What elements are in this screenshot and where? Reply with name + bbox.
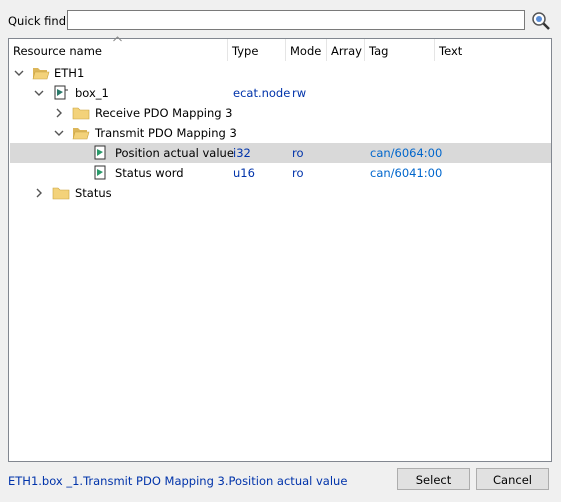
folder-open-icon <box>32 68 50 80</box>
tree-row-eth1[interactable]: ETH1 <box>10 63 551 83</box>
chevron-down-icon[interactable] <box>13 67 25 79</box>
column-label: Array <box>331 44 362 58</box>
tree-row-status-word[interactable]: Status word u16 ro can/6041:00 <box>10 163 551 183</box>
quick-find-input[interactable] <box>67 10 525 30</box>
column-header-resource-name[interactable]: Resource name <box>9 36 228 61</box>
type-cell: u16 <box>233 166 255 180</box>
folder-icon <box>52 187 70 200</box>
column-header-text[interactable]: Text <box>435 39 551 61</box>
device-node-icon <box>54 85 68 100</box>
type-cell: i32 <box>233 146 251 160</box>
type-cell: ecat.node <box>233 86 291 100</box>
tree-row-transmit-pdo-mapping-3[interactable]: Transmit PDO Mapping 3 <box>10 123 551 143</box>
resource-tree[interactable]: Resource name Type Mode Array Tag Text E… <box>8 36 552 462</box>
chevron-down-icon[interactable] <box>33 87 45 99</box>
selected-path: ETH1.box _1.Transmit PDO Mapping 3.Posit… <box>8 474 348 488</box>
variable-icon <box>94 145 106 160</box>
variable-icon <box>94 165 106 180</box>
chevron-down-icon[interactable] <box>53 127 65 139</box>
tree-row-position-actual-value[interactable]: Position actual value i32 ro can/6064:00 <box>10 143 551 163</box>
column-header-row: Resource name Type Mode Array Tag Text <box>9 36 551 61</box>
mode-cell: rw <box>292 86 307 100</box>
mode-cell: ro <box>292 146 304 160</box>
tree-item-label: Transmit PDO Mapping 3 <box>95 126 237 140</box>
column-header-type[interactable]: Type <box>228 39 286 61</box>
column-label: Mode <box>290 44 322 58</box>
column-label: Resource name <box>13 44 103 58</box>
column-header-mode[interactable]: Mode <box>286 39 327 61</box>
sort-ascending-icon <box>113 36 122 42</box>
folder-icon <box>72 107 90 120</box>
chevron-right-icon[interactable] <box>53 107 65 119</box>
tree-row-box-1[interactable]: box_1 ecat.node rw <box>10 83 551 103</box>
search-icon[interactable] <box>530 10 552 32</box>
tag-link[interactable]: can/6041:00 <box>370 163 442 183</box>
tree-row-status[interactable]: Status <box>10 183 551 203</box>
chevron-right-icon[interactable] <box>33 187 45 199</box>
column-label: Tag <box>369 44 389 58</box>
tree-item-label: Status word <box>115 166 184 180</box>
quick-find-label: Quick find: <box>8 14 70 28</box>
tree-item-label: Status <box>75 186 112 200</box>
select-button[interactable]: Select <box>397 468 470 490</box>
tree-row-receive-pdo-mapping-3[interactable]: Receive PDO Mapping 3 <box>10 103 551 123</box>
mode-cell: ro <box>292 166 304 180</box>
tag-link[interactable]: can/6064:00 <box>370 143 442 163</box>
tree-item-label: Position actual value <box>115 146 234 160</box>
tree-item-label: Receive PDO Mapping 3 <box>95 106 233 120</box>
cancel-button[interactable]: Cancel <box>476 468 549 490</box>
column-label: Type <box>232 44 259 58</box>
tree-item-label: box_1 <box>75 86 109 100</box>
folder-open-icon <box>72 128 90 140</box>
column-header-array[interactable]: Array <box>327 39 365 61</box>
column-label: Text <box>439 44 463 58</box>
column-header-tag[interactable]: Tag <box>365 39 435 61</box>
tree-item-label: ETH1 <box>54 66 85 80</box>
